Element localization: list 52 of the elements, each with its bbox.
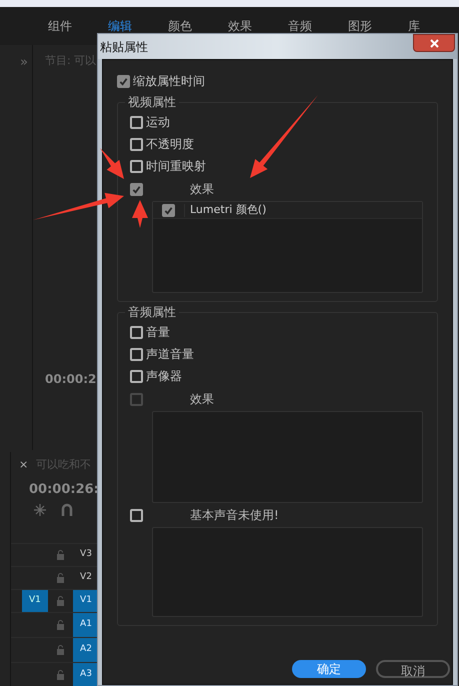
- checkbox[interactable]: [130, 116, 143, 128]
- effects-header: 效果: [190, 391, 214, 408]
- checkbox[interactable]: [130, 160, 143, 172]
- ok-button[interactable]: 确定: [292, 660, 366, 678]
- workspace-tab[interactable]: 音频: [288, 17, 312, 35]
- workspace-tab[interactable]: 效果: [228, 17, 252, 35]
- checkbox[interactable]: [130, 508, 143, 522]
- effects-header: 效果: [190, 181, 214, 198]
- pointer-arrow: [100, 148, 124, 179]
- effects-header: 基本声音未使用!: [190, 507, 279, 524]
- track-target[interactable]: A3: [73, 663, 99, 686]
- checkbox[interactable]: [130, 138, 143, 150]
- magnet-icon[interactable]: [61, 503, 73, 517]
- checkbox-label: 声道音量: [146, 346, 194, 363]
- timecode: 00:00:2: [45, 370, 96, 388]
- close-tab-button[interactable]: ×: [19, 457, 28, 474]
- checkmark-icon: [119, 76, 128, 86]
- workspace-tab[interactable]: 图形: [348, 17, 372, 35]
- checkbox[interactable]: [162, 204, 175, 216]
- checkbox-label: 不透明度: [146, 136, 194, 153]
- track-target[interactable]: A2: [73, 638, 99, 662]
- checkbox[interactable]: [130, 326, 143, 338]
- workspace-tab[interactable]: 组件: [48, 17, 72, 35]
- checkbox-label: 声像器: [146, 368, 182, 385]
- checkbox[interactable]: [117, 74, 130, 88]
- checkbox[interactable]: [130, 348, 143, 360]
- checkbox-label: 缩放属性时间: [133, 73, 205, 90]
- checkmark-icon: [164, 206, 173, 214]
- close-button[interactable]: [413, 34, 455, 52]
- track-target[interactable]: A1: [73, 613, 99, 637]
- snap-icon[interactable]: [33, 503, 47, 517]
- group-title: 视频属性: [125, 93, 179, 111]
- track-target[interactable]: V3: [73, 544, 99, 566]
- pointer-arrow: [132, 200, 148, 228]
- checkbox-label: 音量: [146, 324, 170, 341]
- track-target[interactable]: V1: [73, 590, 99, 612]
- checkbox-label: 时间重映射: [146, 158, 206, 175]
- source-patch[interactable]: V1: [22, 590, 48, 612]
- workspace-tab[interactable]: 颜色: [168, 17, 192, 35]
- track-target[interactable]: V2: [73, 567, 99, 589]
- cancel-button[interactable]: 取消: [376, 660, 450, 678]
- workspace-tab[interactable]: 库: [408, 17, 420, 35]
- workspace-tab[interactable]: 编辑: [108, 17, 132, 35]
- checkbox[interactable]: [130, 370, 143, 382]
- checkmark-icon: [132, 184, 141, 194]
- group-title: 音频属性: [125, 303, 179, 321]
- dialog-title: 粘贴属性: [99, 39, 148, 56]
- checkbox[interactable]: [130, 182, 143, 196]
- effect-name: Lumetri 颜色(): [190, 202, 266, 218]
- close-icon: [430, 38, 438, 48]
- checkbox-label: 运动: [146, 114, 170, 131]
- timecode: 00:00:26:: [28, 480, 100, 498]
